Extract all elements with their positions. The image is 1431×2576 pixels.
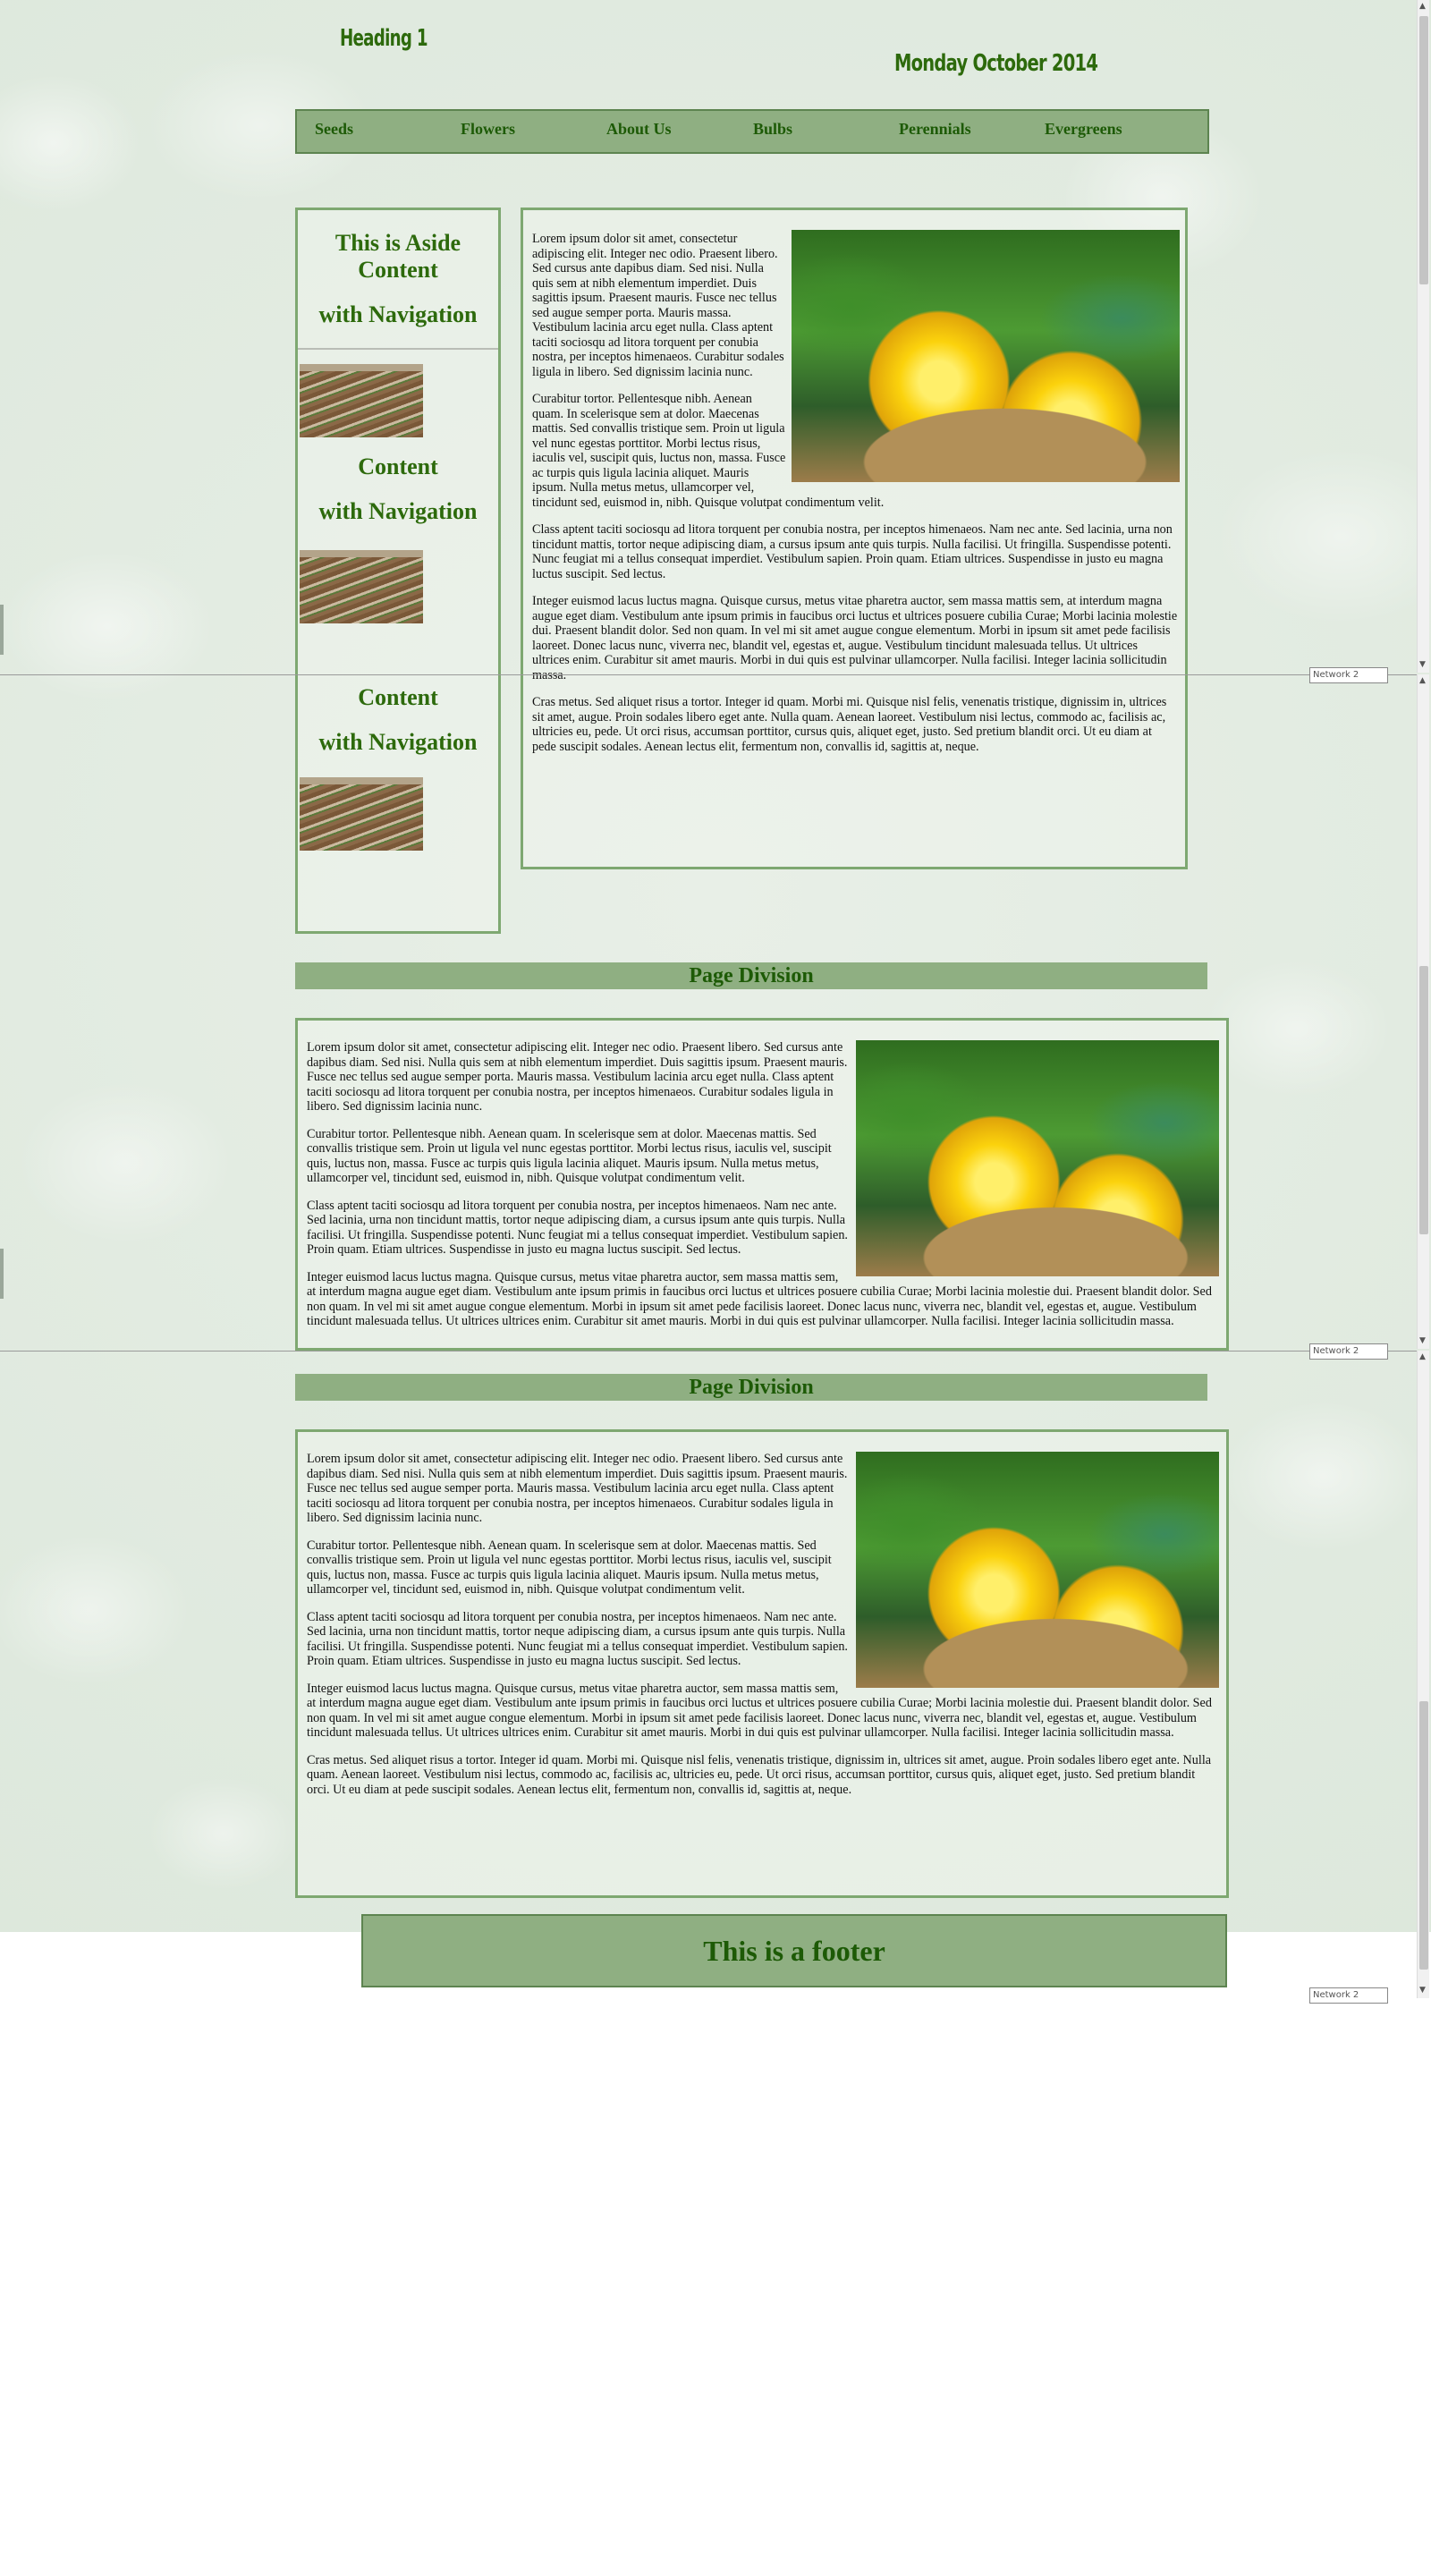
nav-link-flowers[interactable]: Flowers	[461, 120, 515, 139]
scroll-up-icon[interactable]: ▲	[1419, 676, 1426, 685]
scroll-thumb[interactable]	[1419, 966, 1428, 1234]
top-navigation: Seeds Flowers About Us Bulbs Perennials …	[295, 109, 1209, 154]
main-article: Lorem ipsum dolor sit amet, consectetur …	[521, 208, 1188, 869]
section-paragraph-5: Cras metus. Sed aliquet risus a tortor. …	[307, 1752, 1212, 1797]
nav-link-bulbs[interactable]: Bulbs	[753, 120, 792, 139]
page-division-heading: Page Division	[295, 962, 1207, 989]
aside-block2-line1: Content	[358, 453, 438, 479]
aside-title-line2: Content	[358, 257, 438, 283]
page-heading: Heading 1	[340, 25, 428, 52]
scroll-up-icon[interactable]: ▲	[1419, 1352, 1426, 1361]
left-edge-handle[interactable]	[0, 605, 4, 655]
scrollbar[interactable]: ▲ ▼	[1417, 0, 1429, 673]
left-edge-handle[interactable]	[0, 1249, 4, 1299]
aside-divider	[298, 348, 498, 350]
nav-link-evergreens[interactable]: Evergreens	[1045, 120, 1122, 139]
network-widget[interactable]: Network 2	[1309, 1987, 1388, 2004]
page-footer: This is a footer	[361, 1914, 1227, 1987]
pumpkin-image	[792, 230, 1180, 482]
pumpkin-image	[856, 1040, 1219, 1276]
aside-thumbnail-2[interactable]	[300, 550, 423, 623]
scroll-thumb[interactable]	[1419, 1701, 1428, 1970]
aside-title-line1: This is Aside	[334, 230, 461, 256]
scroll-thumb[interactable]	[1419, 16, 1428, 284]
article-paragraph-3: Class aptent taciti sociosqu ad litora t…	[532, 522, 1173, 581]
pumpkin-image	[856, 1452, 1219, 1688]
pane-divider	[0, 674, 1417, 675]
nav-link-about-us[interactable]: About Us	[606, 120, 672, 139]
article-paragraph-4: Integer euismod lacus luctus magna. Quis…	[532, 594, 1178, 682]
scroll-down-icon[interactable]: ▼	[1419, 660, 1426, 669]
aside-title-line3[interactable]: with Navigation	[298, 301, 498, 328]
nav-link-seeds[interactable]: Seeds	[315, 120, 353, 139]
date-display: Monday October 2014	[894, 50, 1098, 77]
page-division-heading: Page Division	[295, 1374, 1207, 1401]
aside-thumbnail-3[interactable]	[300, 777, 423, 851]
section-paragraph-4: Integer euismod lacus luctus magna. Quis…	[307, 1681, 1212, 1741]
aside-block3-line2[interactable]: with Navigation	[298, 729, 498, 756]
scrollbar[interactable]: ▲ ▼	[1417, 674, 1429, 1349]
scroll-up-icon[interactable]: ▲	[1419, 2, 1426, 11]
aside-block2-line2[interactable]: with Navigation	[298, 498, 498, 525]
nav-link-perennials[interactable]: Perennials	[899, 120, 971, 139]
aside-block3-line1: Content	[358, 684, 438, 710]
network-widget[interactable]: Network 2	[1309, 1343, 1388, 1360]
article-paragraph-5: Cras metus. Sed aliquet risus a tortor. …	[532, 695, 1167, 754]
pane-divider	[0, 1351, 1417, 1352]
scroll-down-icon[interactable]: ▼	[1419, 1986, 1426, 1995]
aside-panel: This is Aside Content with Navigation Co…	[295, 208, 501, 934]
scrollbar[interactable]: ▲ ▼	[1417, 1351, 1429, 1998]
scroll-down-icon[interactable]: ▼	[1419, 1336, 1426, 1345]
page-division-section: Lorem ipsum dolor sit amet, consectetur …	[295, 1018, 1229, 1351]
page-division-section: Lorem ipsum dolor sit amet, consectetur …	[295, 1429, 1229, 1898]
section-paragraph-4: Integer euismod lacus luctus magna. Quis…	[307, 1269, 1212, 1329]
network-widget[interactable]: Network 2	[1309, 667, 1388, 683]
aside-thumbnail-1[interactable]	[300, 364, 423, 437]
